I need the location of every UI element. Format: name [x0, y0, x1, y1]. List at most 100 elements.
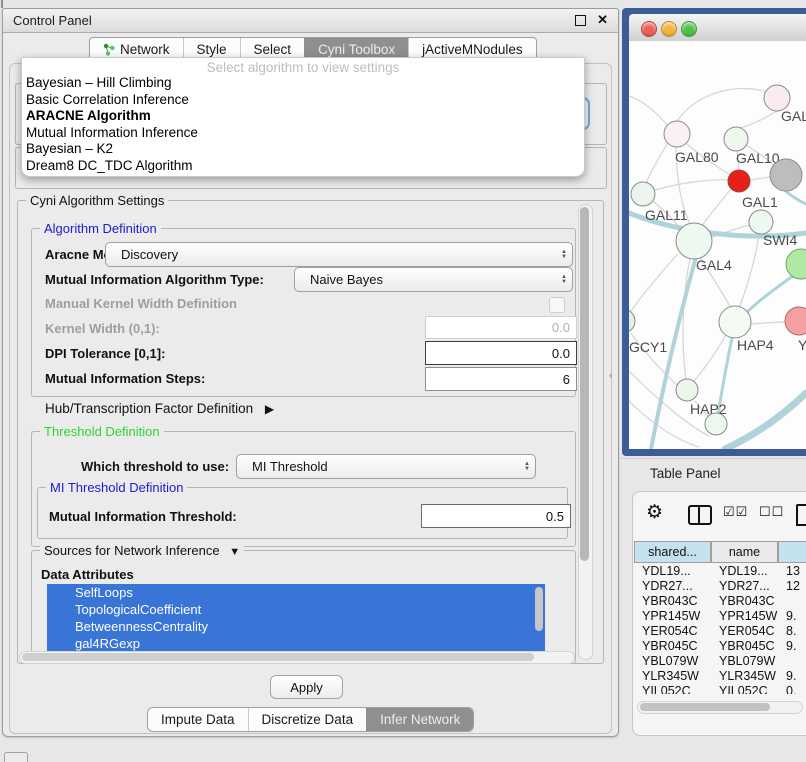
tab-label: jActiveMNodules [422, 42, 523, 57]
collapsed-panel-icon[interactable] [4, 752, 28, 762]
table-cell[interactable]: 0. [786, 683, 806, 694]
settings-hscrollbar-thumb[interactable] [22, 653, 534, 661]
panel-title: Control Panel [13, 13, 92, 28]
table-cell[interactable]: 13 [786, 563, 806, 578]
network-node-swi4[interactable] [749, 210, 773, 234]
manual-kernel-checkbox[interactable] [549, 297, 565, 313]
network-node-hap4[interactable] [719, 306, 751, 338]
algorithm-option[interactable]: Bayesian – Hill Climbing [22, 75, 584, 92]
select-all-checkboxes-icon[interactable]: ☑☑ [723, 504, 748, 520]
table-cell[interactable]: YBR043C [642, 593, 713, 608]
deselect-all-checkboxes-icon[interactable]: ☐☐ [759, 504, 784, 520]
network-window-titlebar[interactable] [629, 14, 806, 42]
tab-label: Impute Data [161, 712, 235, 727]
table-cell[interactable]: 12 [786, 578, 806, 593]
table-cell[interactable]: YDR27... [642, 578, 713, 593]
bottom-tabbar: Impute Data Discretize DataInfer Network [147, 707, 474, 732]
node-label: HAP4 [737, 337, 774, 353]
manual-kernel-label: Manual Kernel Width Definition [45, 296, 237, 311]
table-cell[interactable]: 9. [786, 668, 806, 683]
sources-title[interactable]: Sources for Network Inference ▼ [40, 543, 244, 558]
dpi-tolerance-field[interactable]: 0.0 [425, 341, 577, 365]
network-node[interactable] [705, 413, 727, 435]
tab-impute-data[interactable]: Impute Data [148, 708, 248, 731]
settings-vscrollbar-thumb[interactable] [580, 207, 589, 561]
mi-type-combo[interactable]: Naive Bayes ▲▼ [294, 267, 573, 292]
node-label: GCY1 [629, 339, 667, 355]
network-node[interactable] [770, 159, 802, 191]
table-hscrollbar-thumb[interactable] [640, 703, 770, 711]
close-window-icon[interactable] [641, 21, 657, 37]
table-cell[interactable] [786, 593, 806, 608]
network-canvas[interactable]: GALGAL80GAL10GAL1GAL11SWI4GAL4GCY1HAP4YH… [629, 41, 806, 449]
data-attribute-item[interactable]: TopologicalCoefficient [47, 601, 545, 618]
table-cell[interactable]: YDL19... [642, 563, 713, 578]
close-panel-icon[interactable]: ✕ [597, 12, 608, 28]
float-panel-icon[interactable] [575, 15, 586, 26]
aracne-mode-combo[interactable]: Discovery ▲▼ [105, 242, 573, 267]
list-scrollbar[interactable] [535, 587, 543, 631]
table-cell[interactable]: YLR345W [719, 668, 780, 683]
table-cell[interactable]: YBR045C [642, 638, 713, 653]
network-node-gal4[interactable] [676, 223, 712, 259]
network-node-gal1[interactable] [728, 170, 750, 192]
tab-discretize-data[interactable]: Discretize Data [248, 708, 367, 731]
table-cell[interactable]: YBL079W [719, 653, 780, 668]
table-cell[interactable]: YIL052C [719, 683, 780, 694]
algorithm-option[interactable]: ARACNE Algorithm [22, 108, 584, 125]
which-threshold-label: Which threshold to use: [81, 459, 229, 474]
algorithm-option[interactable]: Basic Correlation Inference [22, 92, 584, 109]
table-cell[interactable]: YPR145W [642, 608, 713, 623]
table-cell[interactable]: 9. [786, 608, 806, 623]
network-node-gal80[interactable] [664, 121, 690, 147]
tab-infer-network[interactable]: Infer Network [366, 708, 473, 731]
table-cell[interactable]: YBR045C [719, 638, 780, 653]
table-cell[interactable]: YDR27... [719, 578, 780, 593]
column-header[interactable]: name [711, 541, 778, 563]
table-cell[interactable]: YER054C [719, 623, 780, 638]
kernel-width-field[interactable]: 0.0 [425, 316, 577, 339]
algorithm-option[interactable]: Dream8 DC_TDC Algorithm [22, 158, 584, 175]
table-hscrollbar[interactable] [637, 701, 803, 714]
table-cell[interactable]: YPR145W [719, 608, 780, 623]
settings-vscrollbar[interactable] [578, 204, 593, 660]
algorithm-option[interactable]: Mutual Information Inference [22, 125, 584, 142]
network-node-y[interactable] [785, 307, 806, 335]
gear-icon[interactable]: ⚙ [646, 501, 663, 524]
table-cell[interactable]: 8. [786, 623, 806, 638]
splitpane-handle[interactable]: ‹ [609, 370, 613, 382]
network-node-gcy1[interactable] [629, 309, 635, 333]
network-edge [740, 234, 759, 306]
column-header[interactable]: shared... [634, 541, 711, 563]
table-cell[interactable]: YLR345W [642, 668, 713, 683]
network-node[interactable] [786, 249, 806, 279]
table-cell[interactable]: YBL079W [642, 653, 713, 668]
network-node-gal10[interactable] [724, 127, 748, 151]
settings-hscrollbar[interactable] [19, 651, 575, 664]
which-threshold-combo[interactable]: MI Threshold ▲▼ [236, 454, 536, 479]
hub-definition-disclosure[interactable]: Hub/Transcription Factor Definition ▶ [45, 401, 274, 416]
network-edge [677, 89, 769, 121]
table-cell[interactable] [786, 653, 806, 668]
mi-steps-field[interactable]: 6 [425, 367, 577, 391]
network-edge [701, 189, 731, 227]
dpi-tolerance-label: DPI Tolerance [0,1]: [45, 346, 165, 361]
network-node-hap2[interactable] [676, 379, 698, 401]
table-cell[interactable]: YIL052C [642, 683, 713, 694]
table-cell[interactable]: 9. [786, 638, 806, 653]
table-cell[interactable]: YER054C [642, 623, 713, 638]
table-cell[interactable]: YBR043C [719, 593, 780, 608]
network-node-gal11[interactable] [631, 182, 655, 206]
data-attribute-item[interactable]: SelfLoops [47, 584, 545, 601]
screen: Control Panel ✕ NetworkStyleSelectCyni T… [0, 0, 806, 762]
zoom-window-icon[interactable] [681, 21, 697, 37]
column-header[interactable] [778, 541, 806, 563]
apply-button[interactable]: Apply [270, 675, 343, 699]
columns-icon[interactable] [688, 505, 712, 525]
mi-threshold-field[interactable]: 0.5 [421, 504, 571, 528]
table-cell[interactable]: YDL19... [719, 563, 780, 578]
algorithm-option[interactable]: Bayesian – K2 [22, 141, 584, 158]
minimize-window-icon[interactable] [661, 21, 677, 37]
data-attribute-item[interactable]: BetweennessCentrality [47, 618, 545, 635]
data-attribute-item[interactable]: gal4RGexp [47, 635, 545, 652]
